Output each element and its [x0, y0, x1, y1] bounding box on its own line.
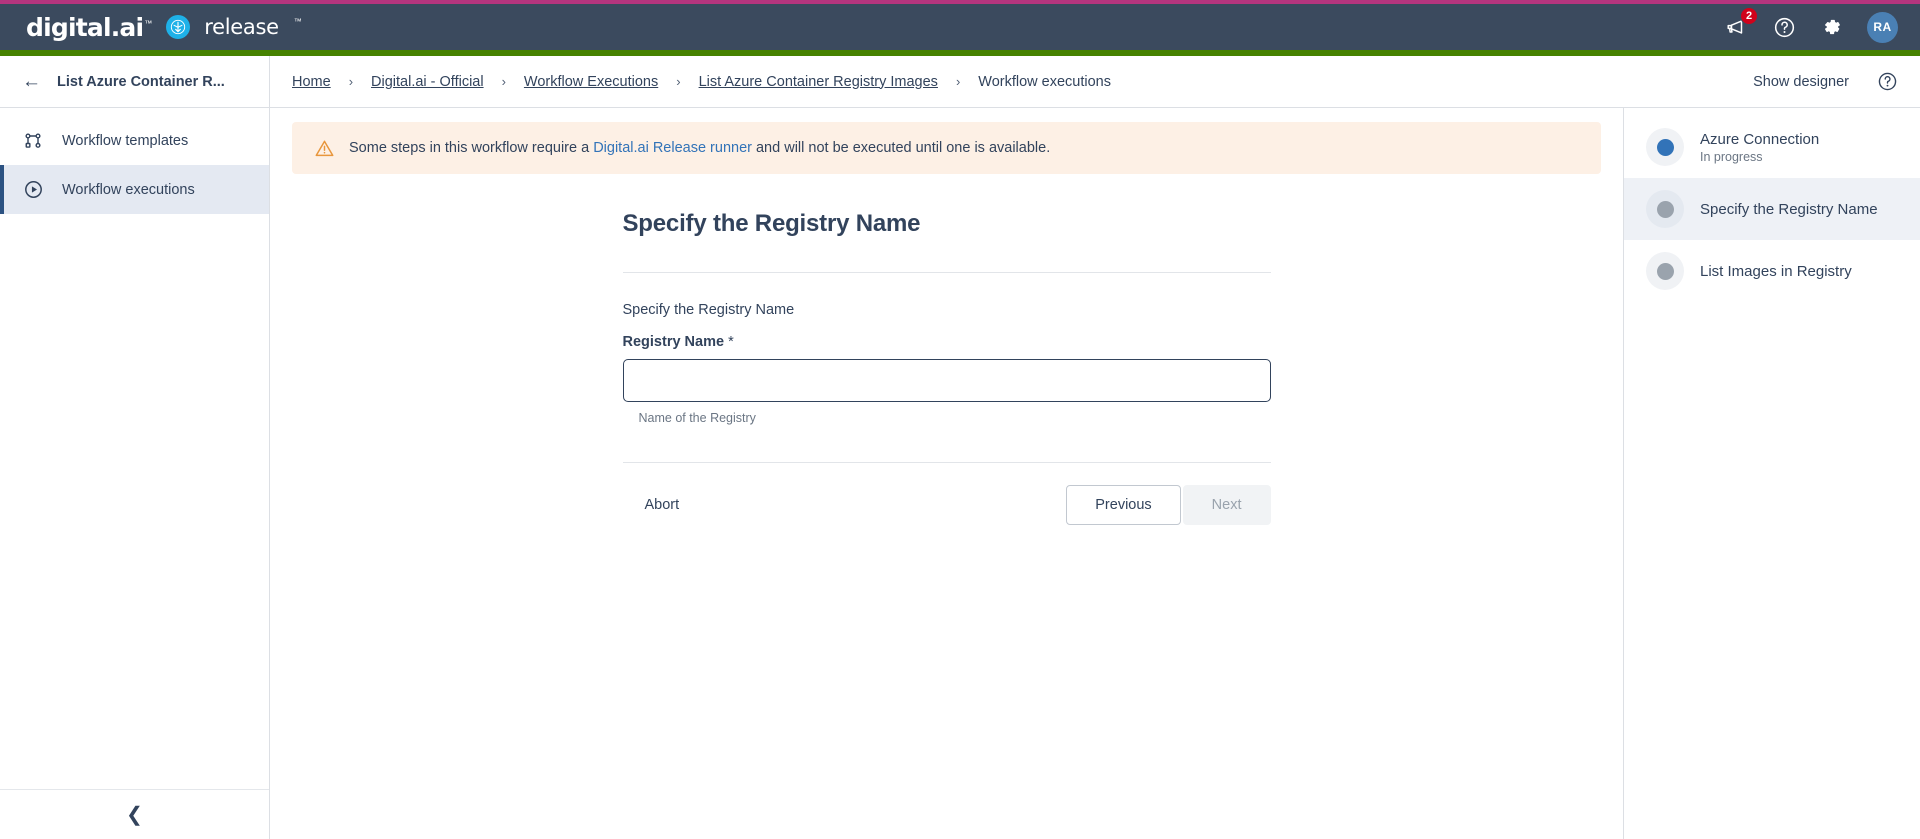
- registry-name-label-text: Registry Name: [622, 334, 725, 350]
- trademark-mark: ™: [144, 18, 153, 28]
- digitalai-wordmark-text: digital.ai: [26, 12, 144, 42]
- sidebar-item-workflow-executions[interactable]: Workflow executions: [0, 165, 269, 214]
- form-divider-top: [622, 272, 1271, 273]
- step-specify-registry-name[interactable]: Specify the Registry Name: [1624, 178, 1920, 240]
- release-runner-link[interactable]: Digital.ai Release runner: [593, 140, 752, 156]
- warning-banner: Some steps in this workflow require a Di…: [292, 122, 1601, 174]
- step-name: Specify the Registry Name: [1700, 200, 1878, 218]
- breadcrumb-separator: ›: [348, 74, 354, 89]
- top-header: digital.ai ™ release ™ 2 RA: [0, 4, 1920, 50]
- warning-text-before: Some steps in this workflow require a: [349, 140, 594, 156]
- sidebar-item-label: Workflow executions: [62, 181, 195, 198]
- release-wordmark-text: release: [204, 15, 279, 39]
- step-dot-pending: [1656, 200, 1674, 218]
- chevron-left-icon[interactable]: ❮: [126, 805, 143, 825]
- step-list-images-in-registry[interactable]: List Images in Registry: [1624, 240, 1920, 302]
- workflow-nodes-icon: [22, 130, 44, 152]
- step-status-icon: [1646, 190, 1684, 228]
- avatar[interactable]: RA: [1867, 11, 1898, 43]
- sidebar-item-workflow-templates[interactable]: Workflow templates: [0, 116, 269, 165]
- breadcrumb-item-home[interactable]: Home: [292, 74, 331, 90]
- step-name: Azure Connection: [1700, 130, 1820, 148]
- form-subtitle: Specify the Registry Name: [622, 302, 795, 318]
- body-wrap: Workflow templates Workflow executions ❮: [0, 108, 1920, 839]
- form-divider-bottom: [622, 462, 1271, 463]
- step-status: In progress: [1700, 149, 1763, 164]
- warning-text-after: and will not be executed until one is av…: [751, 140, 1051, 156]
- step-name: List Images in Registry: [1700, 262, 1852, 280]
- step-dot-inprogress: [1656, 138, 1674, 156]
- sidebar-footer: ❮: [0, 789, 269, 839]
- sidebar-item-label: Workflow templates: [62, 132, 189, 149]
- announcements-badge: 2: [1740, 7, 1758, 25]
- breadcrumb-item-workflow-executions[interactable]: Workflow Executions: [524, 74, 658, 90]
- required-asterisk: *: [728, 334, 734, 350]
- breadcrumb-right: Show designer: [1753, 71, 1920, 92]
- breadcrumb-separator: ›: [676, 74, 681, 89]
- previous-button[interactable]: Previous: [1066, 485, 1181, 525]
- brand-logo[interactable]: digital.ai ™ release ™: [26, 15, 302, 40]
- form-title: Specify the Registry Name: [622, 210, 921, 237]
- warning-triangle-icon: [314, 138, 335, 159]
- breadcrumb-item-current: Workflow executions: [978, 73, 1111, 90]
- sidebar: Workflow templates Workflow executions ❮: [0, 108, 270, 839]
- play-circle-icon: [22, 179, 44, 201]
- step-text: List Images in Registry: [1700, 263, 1852, 280]
- page-title: List Azure Container R...: [57, 73, 225, 90]
- step-text: Azure Connection In progress: [1700, 131, 1819, 164]
- release-logo-icon: [166, 15, 191, 39]
- form-nav-buttons: Previous Next: [1066, 485, 1271, 525]
- step-status-icon: [1646, 252, 1684, 290]
- warning-banner-text: Some steps in this workflow require a Di…: [349, 140, 1050, 156]
- task-form: Specify the Registry Name Specify the Re…: [622, 174, 1271, 525]
- steps-panel: Azure Connection In progress Specify the…: [1624, 108, 1920, 839]
- form-actions: Abort Previous Next: [623, 485, 1271, 525]
- sidebar-items: Workflow templates Workflow executions: [0, 108, 269, 789]
- breadcrumb-separator: ›: [955, 74, 961, 89]
- next-button: Next: [1182, 485, 1271, 525]
- help-circle-icon[interactable]: [1877, 71, 1898, 92]
- registry-name-help-text: Name of the Registry: [638, 411, 756, 425]
- breadcrumb: Home › Digital.ai - Official › Workflow …: [270, 74, 1753, 90]
- step-azure-connection[interactable]: Azure Connection In progress: [1624, 116, 1920, 178]
- registry-name-input[interactable]: [622, 359, 1271, 402]
- registry-name-label: Registry Name *: [623, 334, 1271, 350]
- breadcrumb-left: ← List Azure Container R...: [0, 56, 270, 107]
- arrow-left-icon[interactable]: ←: [22, 72, 41, 91]
- breadcrumb-bar: ← List Azure Container R... Home › Digit…: [0, 56, 1920, 108]
- release-trademark-mark: ™: [293, 16, 302, 26]
- help-icon[interactable]: [1771, 14, 1797, 40]
- step-text: Specify the Registry Name: [1700, 201, 1878, 218]
- digitalai-wordmark: digital.ai ™: [26, 15, 152, 40]
- breadcrumb-item-workflow[interactable]: List Azure Container Registry Images: [699, 74, 938, 90]
- main-content: Some steps in this workflow require a Di…: [270, 108, 1624, 839]
- header-actions: 2 RA: [1723, 7, 1898, 43]
- abort-button[interactable]: Abort: [623, 487, 702, 523]
- megaphone-icon[interactable]: 2: [1723, 7, 1758, 40]
- breadcrumb-separator: ›: [501, 74, 506, 89]
- gear-icon[interactable]: [1819, 14, 1845, 40]
- step-status-icon: [1646, 128, 1684, 166]
- step-dot-pending: [1656, 262, 1674, 280]
- breadcrumb-item-folder[interactable]: Digital.ai - Official: [371, 74, 484, 90]
- show-designer-button[interactable]: Show designer: [1753, 74, 1849, 90]
